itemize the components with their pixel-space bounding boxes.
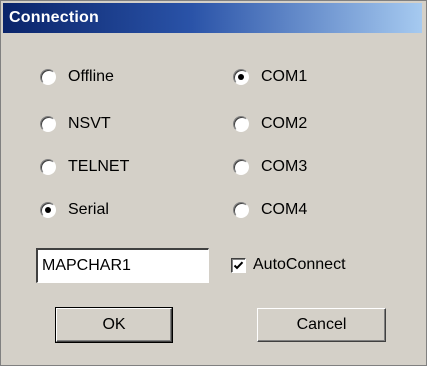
radio-com1-label: COM1 [261,68,308,85]
radio-telnet-label: TELNET [68,158,130,175]
radio-com3-indicator[interactable] [233,159,249,175]
radio-serial-dot [45,207,51,213]
radio-offline-indicator[interactable] [40,69,56,85]
radio-offline-label: Offline [68,68,114,85]
radio-com4-indicator[interactable] [233,202,249,218]
title-bar[interactable]: Connection [3,3,422,33]
ok-button[interactable]: OK [55,307,173,343]
radio-telnet-indicator[interactable] [40,159,56,175]
connection-dialog: Connection Offline NSVT TELNET Serial CO… [0,0,427,366]
autoconnect-box[interactable] [231,258,246,273]
radio-serial-label: Serial [68,201,109,218]
radio-com3-label: COM3 [261,158,308,175]
cancel-button[interactable]: Cancel [257,308,386,342]
radio-com1-dot [238,74,244,80]
radio-nsvt-indicator[interactable] [40,116,56,132]
autoconnect-label: AutoConnect [253,256,346,273]
radio-serial-indicator[interactable] [40,202,56,218]
radio-nsvt-label: NSVT [68,115,111,132]
radio-com1-indicator[interactable] [233,69,249,85]
radio-com2-indicator[interactable] [233,116,249,132]
checkmark-icon [233,261,244,270]
radio-com2-label: COM2 [261,115,308,132]
radio-com4-label: COM4 [261,201,308,218]
host-input[interactable] [36,248,209,283]
window-title: Connection [9,9,99,26]
